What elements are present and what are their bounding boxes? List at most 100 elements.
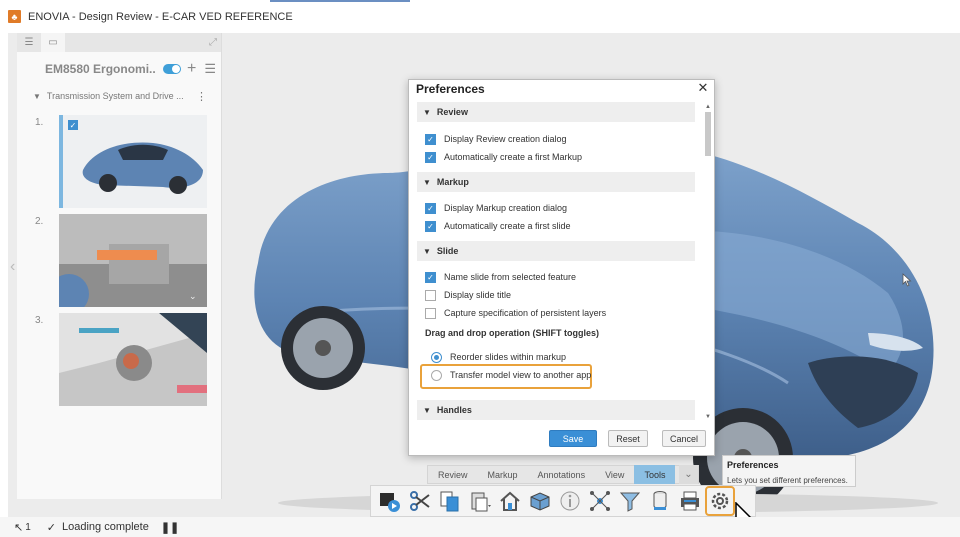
preferences-dialog: Preferences ✕ ▼ Review ✓ Display Review … bbox=[408, 79, 715, 456]
slide-section-header[interactable]: ▼ Slide bbox=[417, 241, 695, 261]
kebab-menu-icon[interactable]: ⋮ bbox=[196, 90, 207, 103]
checkmark-icon: ✓ bbox=[46, 521, 56, 534]
selection-count: 1 bbox=[25, 521, 31, 533]
checkbox-checked[interactable]: ✓ bbox=[425, 271, 436, 283]
title-bar: ♣ ENOVIA - Design Review - E-CAR VED REF… bbox=[0, 0, 960, 33]
capture-icon[interactable] bbox=[375, 486, 405, 516]
section-title: Markup bbox=[436, 177, 469, 187]
tooltip-title: Preferences bbox=[727, 460, 779, 470]
review-header: EM8580 Ergonomi... + ☰ bbox=[17, 52, 221, 86]
markup-section-title: Transmission System and Drive ... bbox=[46, 91, 184, 101]
gear-icon[interactable] bbox=[705, 486, 735, 516]
tab-tools[interactable]: Tools bbox=[634, 465, 676, 484]
action-bar-tabs: Review Markup Annotations View Tools ⌄ bbox=[427, 465, 699, 484]
home-icon[interactable] bbox=[495, 486, 525, 516]
caret-down-icon: ▼ bbox=[423, 107, 431, 117]
expand-icon[interactable]: ⤢ bbox=[209, 37, 217, 48]
cancel-button[interactable]: Cancel bbox=[662, 430, 706, 447]
name-slide-option[interactable]: ✓ Name slide from selected feature bbox=[425, 270, 576, 284]
3d-view-icon[interactable] bbox=[525, 486, 555, 516]
drag-drop-label: Drag and drop operation (SHIFT toggles) bbox=[425, 328, 599, 338]
slide-thumbnail-image bbox=[59, 313, 207, 406]
slide-thumbnail-image: ⌄ bbox=[59, 214, 207, 307]
selection-cursor-icon: ↖ bbox=[14, 521, 24, 534]
checkbox-checked[interactable]: ✓ bbox=[425, 151, 436, 163]
slide-thumbnail[interactable]: ✓ bbox=[59, 115, 207, 208]
slide-thumbnail-image bbox=[82, 142, 203, 194]
filter-icon[interactable] bbox=[615, 486, 645, 516]
close-icon[interactable]: ✕ bbox=[697, 81, 709, 95]
markup-section-header[interactable]: ▼ Markup bbox=[417, 172, 695, 192]
checkbox-unchecked[interactable] bbox=[425, 289, 436, 301]
copy-icon[interactable] bbox=[435, 486, 465, 516]
dialog-scrollbar[interactable]: ▲ ▼ bbox=[704, 104, 712, 420]
section-title: Slide bbox=[436, 246, 459, 256]
radio-unselected[interactable] bbox=[431, 369, 442, 381]
capture-layers-option[interactable]: Capture specification of persistent laye… bbox=[425, 306, 606, 320]
add-icon[interactable]: + bbox=[187, 60, 196, 78]
slide-thumbnail[interactable] bbox=[59, 313, 207, 406]
slide-thumbnail[interactable]: ⌄ bbox=[59, 214, 207, 307]
slide-number: 2. bbox=[35, 216, 44, 227]
reorder-slides-radio[interactable]: Reorder slides within markup bbox=[431, 350, 566, 364]
paste-icon[interactable] bbox=[465, 486, 495, 516]
slide-checkbox[interactable]: ✓ bbox=[68, 120, 78, 130]
display-slide-title-option[interactable]: Display slide title bbox=[425, 288, 511, 302]
chevron-down-icon[interactable]: ⌄ bbox=[679, 465, 698, 484]
review-title: EM8580 Ergonomi... bbox=[45, 62, 155, 76]
network-icon[interactable] bbox=[585, 486, 615, 516]
side-panel-tabs: ☰ ▭ ⤢ bbox=[17, 33, 221, 52]
display-markup-creation-option[interactable]: ✓ Display Markup creation dialog bbox=[425, 201, 567, 215]
section-title: Review bbox=[436, 107, 468, 117]
slide-item[interactable]: 2. ⌄ bbox=[25, 214, 215, 309]
checkbox-checked[interactable]: ✓ bbox=[425, 133, 436, 145]
reset-button[interactable]: Reset bbox=[608, 430, 648, 447]
caret-down-icon: ▼ bbox=[33, 91, 41, 101]
panel-collapse-arrow-icon[interactable]: ‹ bbox=[10, 258, 15, 276]
print-icon[interactable] bbox=[675, 486, 705, 516]
checkbox-checked[interactable]: ✓ bbox=[425, 202, 436, 214]
option-label: Display Review creation dialog bbox=[444, 134, 567, 144]
display-review-creation-option[interactable]: ✓ Display Review creation dialog bbox=[425, 132, 567, 146]
review-section-header[interactable]: ▼ Review bbox=[417, 102, 695, 122]
auto-first-markup-option[interactable]: ✓ Automatically create a first Markup bbox=[425, 150, 582, 164]
clipboard-tab-icon[interactable]: ☰ bbox=[17, 33, 41, 52]
checkbox-checked[interactable]: ✓ bbox=[425, 220, 436, 232]
tooltip-description: Lets you set different preferences. bbox=[727, 476, 848, 485]
tab-markup[interactable]: Markup bbox=[478, 465, 528, 484]
scissors-icon[interactable] bbox=[405, 486, 435, 516]
slide-item[interactable]: 3. bbox=[25, 313, 215, 408]
dialog-title: Preferences bbox=[416, 82, 485, 96]
caret-down-icon: ▼ bbox=[423, 177, 431, 187]
dialog-footer: Save Reset Cancel bbox=[409, 421, 714, 455]
pause-icon[interactable]: ❚❚ bbox=[161, 521, 179, 534]
info-icon[interactable] bbox=[555, 486, 585, 516]
slides-tab-icon[interactable]: ▭ bbox=[41, 33, 65, 52]
checkbox-unchecked[interactable] bbox=[425, 307, 436, 319]
scroll-up-icon[interactable]: ▲ bbox=[704, 104, 712, 110]
action-bar bbox=[370, 485, 756, 517]
option-label: Capture specification of persistent laye… bbox=[444, 308, 607, 318]
auto-first-slide-option[interactable]: ✓ Automatically create a first slide bbox=[425, 219, 571, 233]
caret-down-icon: ▼ bbox=[423, 405, 431, 415]
preferences-body: ▼ Review ✓ Display Review creation dialo… bbox=[417, 102, 705, 420]
handles-section-header[interactable]: ▼ Handles bbox=[417, 400, 695, 420]
transfer-model-view-radio[interactable]: Transfer model view to another app bbox=[431, 368, 591, 382]
scrollbar-thumb[interactable] bbox=[705, 112, 711, 156]
window-title: ENOVIA - Design Review - E-CAR VED REFER… bbox=[28, 10, 293, 23]
markup-section-header[interactable]: ▼ Transmission System and Drive ... ⋮ bbox=[17, 86, 221, 106]
radio-selected[interactable] bbox=[431, 351, 442, 363]
radio-label: Transfer model view to another app bbox=[450, 370, 592, 380]
slide-item[interactable]: 1. ✓ bbox=[25, 115, 215, 210]
tab-view[interactable]: View bbox=[595, 465, 634, 484]
save-button[interactable]: Save bbox=[549, 430, 597, 447]
review-toggle[interactable] bbox=[163, 64, 181, 74]
viewer-pointer-icon bbox=[902, 273, 912, 287]
tab-annotations[interactable]: Annotations bbox=[528, 465, 596, 484]
slide-number: 1. bbox=[35, 117, 44, 128]
caret-down-icon: ▼ bbox=[423, 246, 431, 256]
tab-review[interactable]: Review bbox=[428, 465, 478, 484]
menu-icon[interactable]: ☰ bbox=[204, 61, 216, 77]
database-icon[interactable] bbox=[645, 486, 675, 516]
scroll-down-icon[interactable]: ▼ bbox=[704, 414, 712, 420]
